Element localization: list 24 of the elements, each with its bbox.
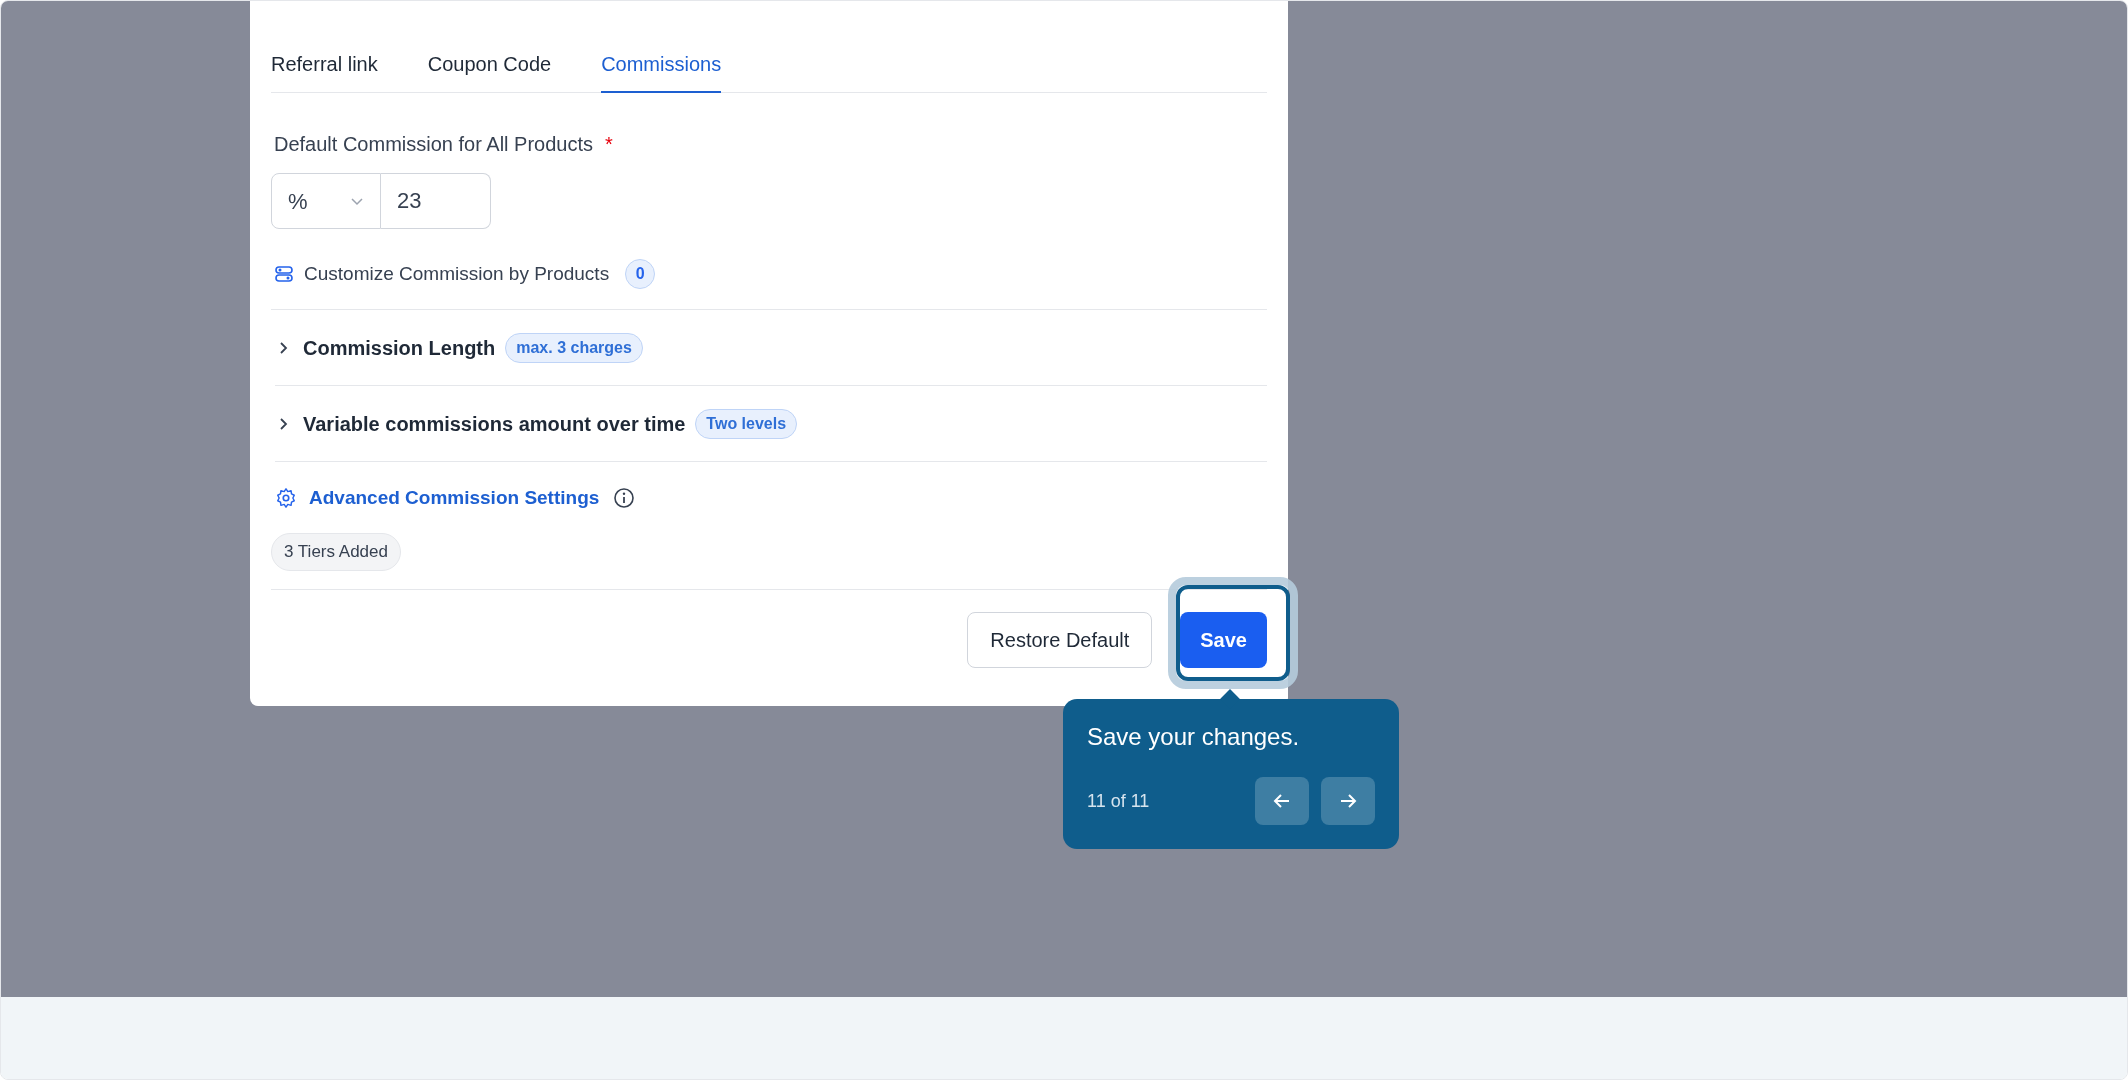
save-button[interactable]: Save — [1180, 611, 1267, 668]
info-icon — [613, 487, 636, 510]
previous-button[interactable] — [1255, 777, 1309, 825]
section-title[interactable]: Commission Length — [303, 332, 496, 363]
restore-default-button[interactable]: Restore Default — [967, 611, 1153, 668]
tab[interactable]: Referral link — [271, 49, 378, 93]
section-badge: Two levels — [695, 408, 798, 439]
tiers-badge: 3 Tiers Added — [271, 532, 401, 571]
field-label: Default Commission for All Products — [274, 132, 593, 157]
unit-dropdown[interactable]: % — [271, 173, 381, 229]
settings-icon — [275, 487, 297, 510]
section-badge: max. 3 charges — [505, 332, 643, 363]
step-counter: 11 of 11 — [1087, 789, 1150, 813]
tab[interactable]: Coupon Code — [427, 49, 552, 93]
customize-link[interactable]: Customize Commission by Products — [304, 259, 610, 289]
tour-message: Save your changes. — [1087, 722, 1301, 752]
commission-input[interactable]: 23 — [381, 173, 491, 229]
section-title[interactable]: Variable commissions amount over time — [303, 408, 686, 439]
next-button[interactable] — [1321, 777, 1375, 825]
tab[interactable]: Commissions — [601, 49, 722, 93]
required-mark: * — [605, 132, 613, 157]
count-badge: 0 — [625, 259, 656, 289]
toggles-icon — [274, 264, 294, 284]
advanced-settings-link[interactable]: Advanced Commission Settings — [309, 484, 600, 513]
